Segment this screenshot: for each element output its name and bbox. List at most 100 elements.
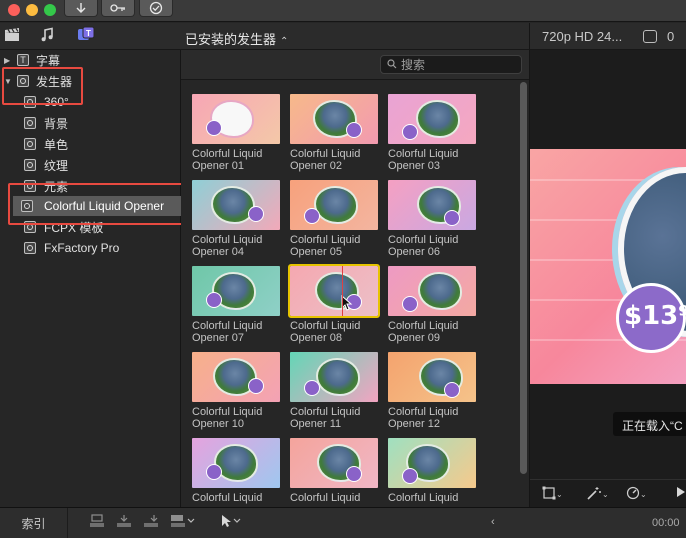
generator-tile[interactable]: Colorful Liquid bbox=[388, 438, 476, 504]
generator-icon bbox=[17, 75, 29, 87]
svg-text:T: T bbox=[86, 29, 91, 38]
tile-thumbnail bbox=[192, 352, 280, 402]
tile-price-tag bbox=[346, 466, 362, 482]
speed-tool-button[interactable]: ⌄ bbox=[626, 486, 647, 502]
disclosure-right-icon[interactable]: ▶ bbox=[4, 56, 10, 65]
tile-label-line2: Opener 05 bbox=[290, 246, 342, 258]
generator-tile[interactable]: Colorful Liquid Opener 10 bbox=[192, 352, 280, 430]
connect-clip-button[interactable] bbox=[89, 514, 105, 531]
tile-thumbnail bbox=[290, 180, 378, 230]
generator-tile[interactable]: Colorful Liquid Opener 03 bbox=[388, 94, 476, 172]
sidebar-item-backgrounds[interactable]: 背景 bbox=[0, 113, 181, 133]
sidebar-item-titles[interactable]: ▶ T 字幕 bbox=[0, 50, 181, 70]
generator-icon bbox=[24, 180, 36, 192]
generator-tile[interactable]: Colorful Liquid Opener 12 bbox=[388, 352, 476, 430]
background-tasks-button[interactable] bbox=[139, 0, 173, 17]
generator-tile[interactable]: Colorful Liquid bbox=[290, 438, 378, 504]
minimize-window-button[interactable] bbox=[26, 4, 38, 16]
tile-label-line2: Opener 08 bbox=[290, 332, 342, 344]
tile-label-line1: Colorful Liquid bbox=[388, 148, 459, 160]
generator-tile[interactable]: Colorful Liquid Opener 06 bbox=[388, 180, 476, 258]
browser-toolbar: T 已安装的发生器 ⌃ bbox=[0, 23, 529, 50]
library-title-label: 已安装的发生器 bbox=[185, 32, 277, 47]
sidebar-item-label: 元素 bbox=[44, 179, 69, 194]
generator-tile[interactable]: Colorful Liquid Opener 07 bbox=[192, 266, 280, 344]
sidebar-item-solids[interactable]: 单色 bbox=[0, 134, 181, 154]
sidebar-item-generators[interactable]: ▼ 发生器 bbox=[0, 71, 181, 91]
generator-icon bbox=[24, 96, 36, 108]
titles-generators-tab[interactable]: T bbox=[76, 26, 96, 47]
generator-tile[interactable]: Colorful Liquid Opener 08 bbox=[288, 264, 380, 344]
up-down-chevron-icon: ⌃ bbox=[280, 36, 289, 47]
magic-wand-icon bbox=[586, 486, 602, 502]
tile-label-line1: Colorful Liquid bbox=[388, 406, 459, 418]
sidebar-item-360[interactable]: 360° bbox=[0, 92, 181, 112]
tile-price-tag bbox=[248, 206, 264, 222]
sidebar-item-fcpx-templates[interactable]: FCPX 模板 bbox=[0, 217, 181, 237]
generator-tile[interactable]: Colorful Liquid Opener 11 bbox=[290, 352, 378, 430]
tile-thumbnail bbox=[290, 94, 378, 144]
generator-icon bbox=[24, 138, 36, 150]
disclosure-down-icon[interactable]: ▼ bbox=[4, 77, 12, 86]
keyword-editor-button[interactable] bbox=[101, 0, 135, 17]
tile-label: Colorful Liquid Opener 12 bbox=[388, 406, 476, 430]
generator-icon bbox=[24, 242, 36, 254]
tile-label-line1: Colorful Liquid bbox=[388, 320, 459, 332]
viewer-project-name: 0 bbox=[667, 29, 675, 44]
tile-thumbnail bbox=[388, 180, 476, 230]
library-title[interactable]: 已安装的发生器 ⌃ bbox=[185, 29, 288, 48]
tile-label: Colorful Liquid Opener 01 bbox=[192, 148, 280, 172]
insert-clip-icon bbox=[116, 514, 132, 533]
tile-thumbnail bbox=[192, 438, 280, 488]
tile-label-line1: Colorful Liquid bbox=[192, 148, 263, 160]
overwrite-clip-button[interactable] bbox=[170, 515, 196, 531]
tile-thumbnail bbox=[288, 264, 380, 318]
tile-label: Colorful Liquid Opener 08 bbox=[290, 320, 378, 344]
generator-tile[interactable]: Colorful Liquid Opener 01 bbox=[192, 94, 280, 172]
tile-label: Colorful Liquid Opener 03 bbox=[388, 148, 476, 172]
generator-tile[interactable]: Colorful Liquid bbox=[192, 438, 280, 504]
chevron-down-icon: ⌄ bbox=[556, 489, 563, 499]
sidebar-item-colorful-liquid-opener[interactable]: Colorful Liquid Opener bbox=[13, 196, 185, 216]
chevron-down-icon: ⌄ bbox=[640, 489, 647, 499]
sidebar-item-fxfactory-pro[interactable]: FxFactory Pro bbox=[0, 238, 181, 258]
tile-label: Colorful Liquid Opener 06 bbox=[388, 234, 476, 258]
chevron-left-icon[interactable]: ‹ bbox=[491, 516, 495, 528]
tile-thumbnail bbox=[388, 266, 476, 316]
zoom-window-button[interactable] bbox=[44, 4, 56, 16]
tile-label-line1: Colorful Liquid bbox=[290, 234, 361, 246]
browser-scrollbar[interactable] bbox=[520, 82, 527, 474]
tile-thumbnail bbox=[192, 180, 280, 230]
tile-label: Colorful Liquid Opener 10 bbox=[192, 406, 280, 430]
sidebar-item-textures[interactable]: 纹理 bbox=[0, 155, 181, 175]
select-tool-button[interactable] bbox=[219, 515, 243, 531]
loading-tooltip: 正在载入“C bbox=[613, 412, 686, 436]
import-button[interactable] bbox=[64, 0, 98, 17]
index-button[interactable]: 索引 bbox=[0, 508, 68, 538]
play-button[interactable] bbox=[676, 486, 686, 500]
generator-tile[interactable]: Colorful Liquid Opener 04 bbox=[192, 180, 280, 258]
viewer-resolution[interactable]: 720p HD 24... bbox=[542, 29, 622, 44]
tile-label-line2: Opener 06 bbox=[388, 246, 440, 258]
photos-audio-tab[interactable] bbox=[38, 27, 58, 47]
sidebar-item-elements[interactable]: 元素 bbox=[0, 176, 181, 196]
generator-browser: 搜索 Colorful Liquid Opener 01 Colorful Liqu… bbox=[181, 50, 529, 507]
sidebar-item-label: 背景 bbox=[44, 116, 69, 131]
viewer-options-icon[interactable] bbox=[643, 30, 657, 43]
crop-icon bbox=[542, 486, 556, 502]
generator-tile[interactable]: Colorful Liquid Opener 05 bbox=[290, 180, 378, 258]
enhance-tool-button[interactable]: ⌄ bbox=[586, 486, 609, 502]
music-photo-icon bbox=[40, 27, 56, 48]
sidebar-item-label: Colorful Liquid Opener bbox=[44, 199, 165, 213]
generator-tile[interactable]: Colorful Liquid Opener 09 bbox=[388, 266, 476, 344]
close-window-button[interactable] bbox=[8, 4, 20, 16]
insert-clip-button[interactable] bbox=[116, 514, 132, 533]
tile-price-tag bbox=[402, 296, 418, 312]
generator-tile[interactable]: Colorful Liquid Opener 02 bbox=[290, 94, 378, 172]
transform-tool-button[interactable]: ⌄ bbox=[542, 486, 563, 502]
tile-label: Colorful Liquid Opener 11 bbox=[290, 406, 378, 430]
libraries-tab[interactable] bbox=[2, 27, 22, 47]
tile-label-line2: Opener 11 bbox=[290, 418, 342, 430]
append-clip-button[interactable] bbox=[143, 515, 159, 531]
tile-label: Colorful Liquid Opener 05 bbox=[290, 234, 378, 258]
